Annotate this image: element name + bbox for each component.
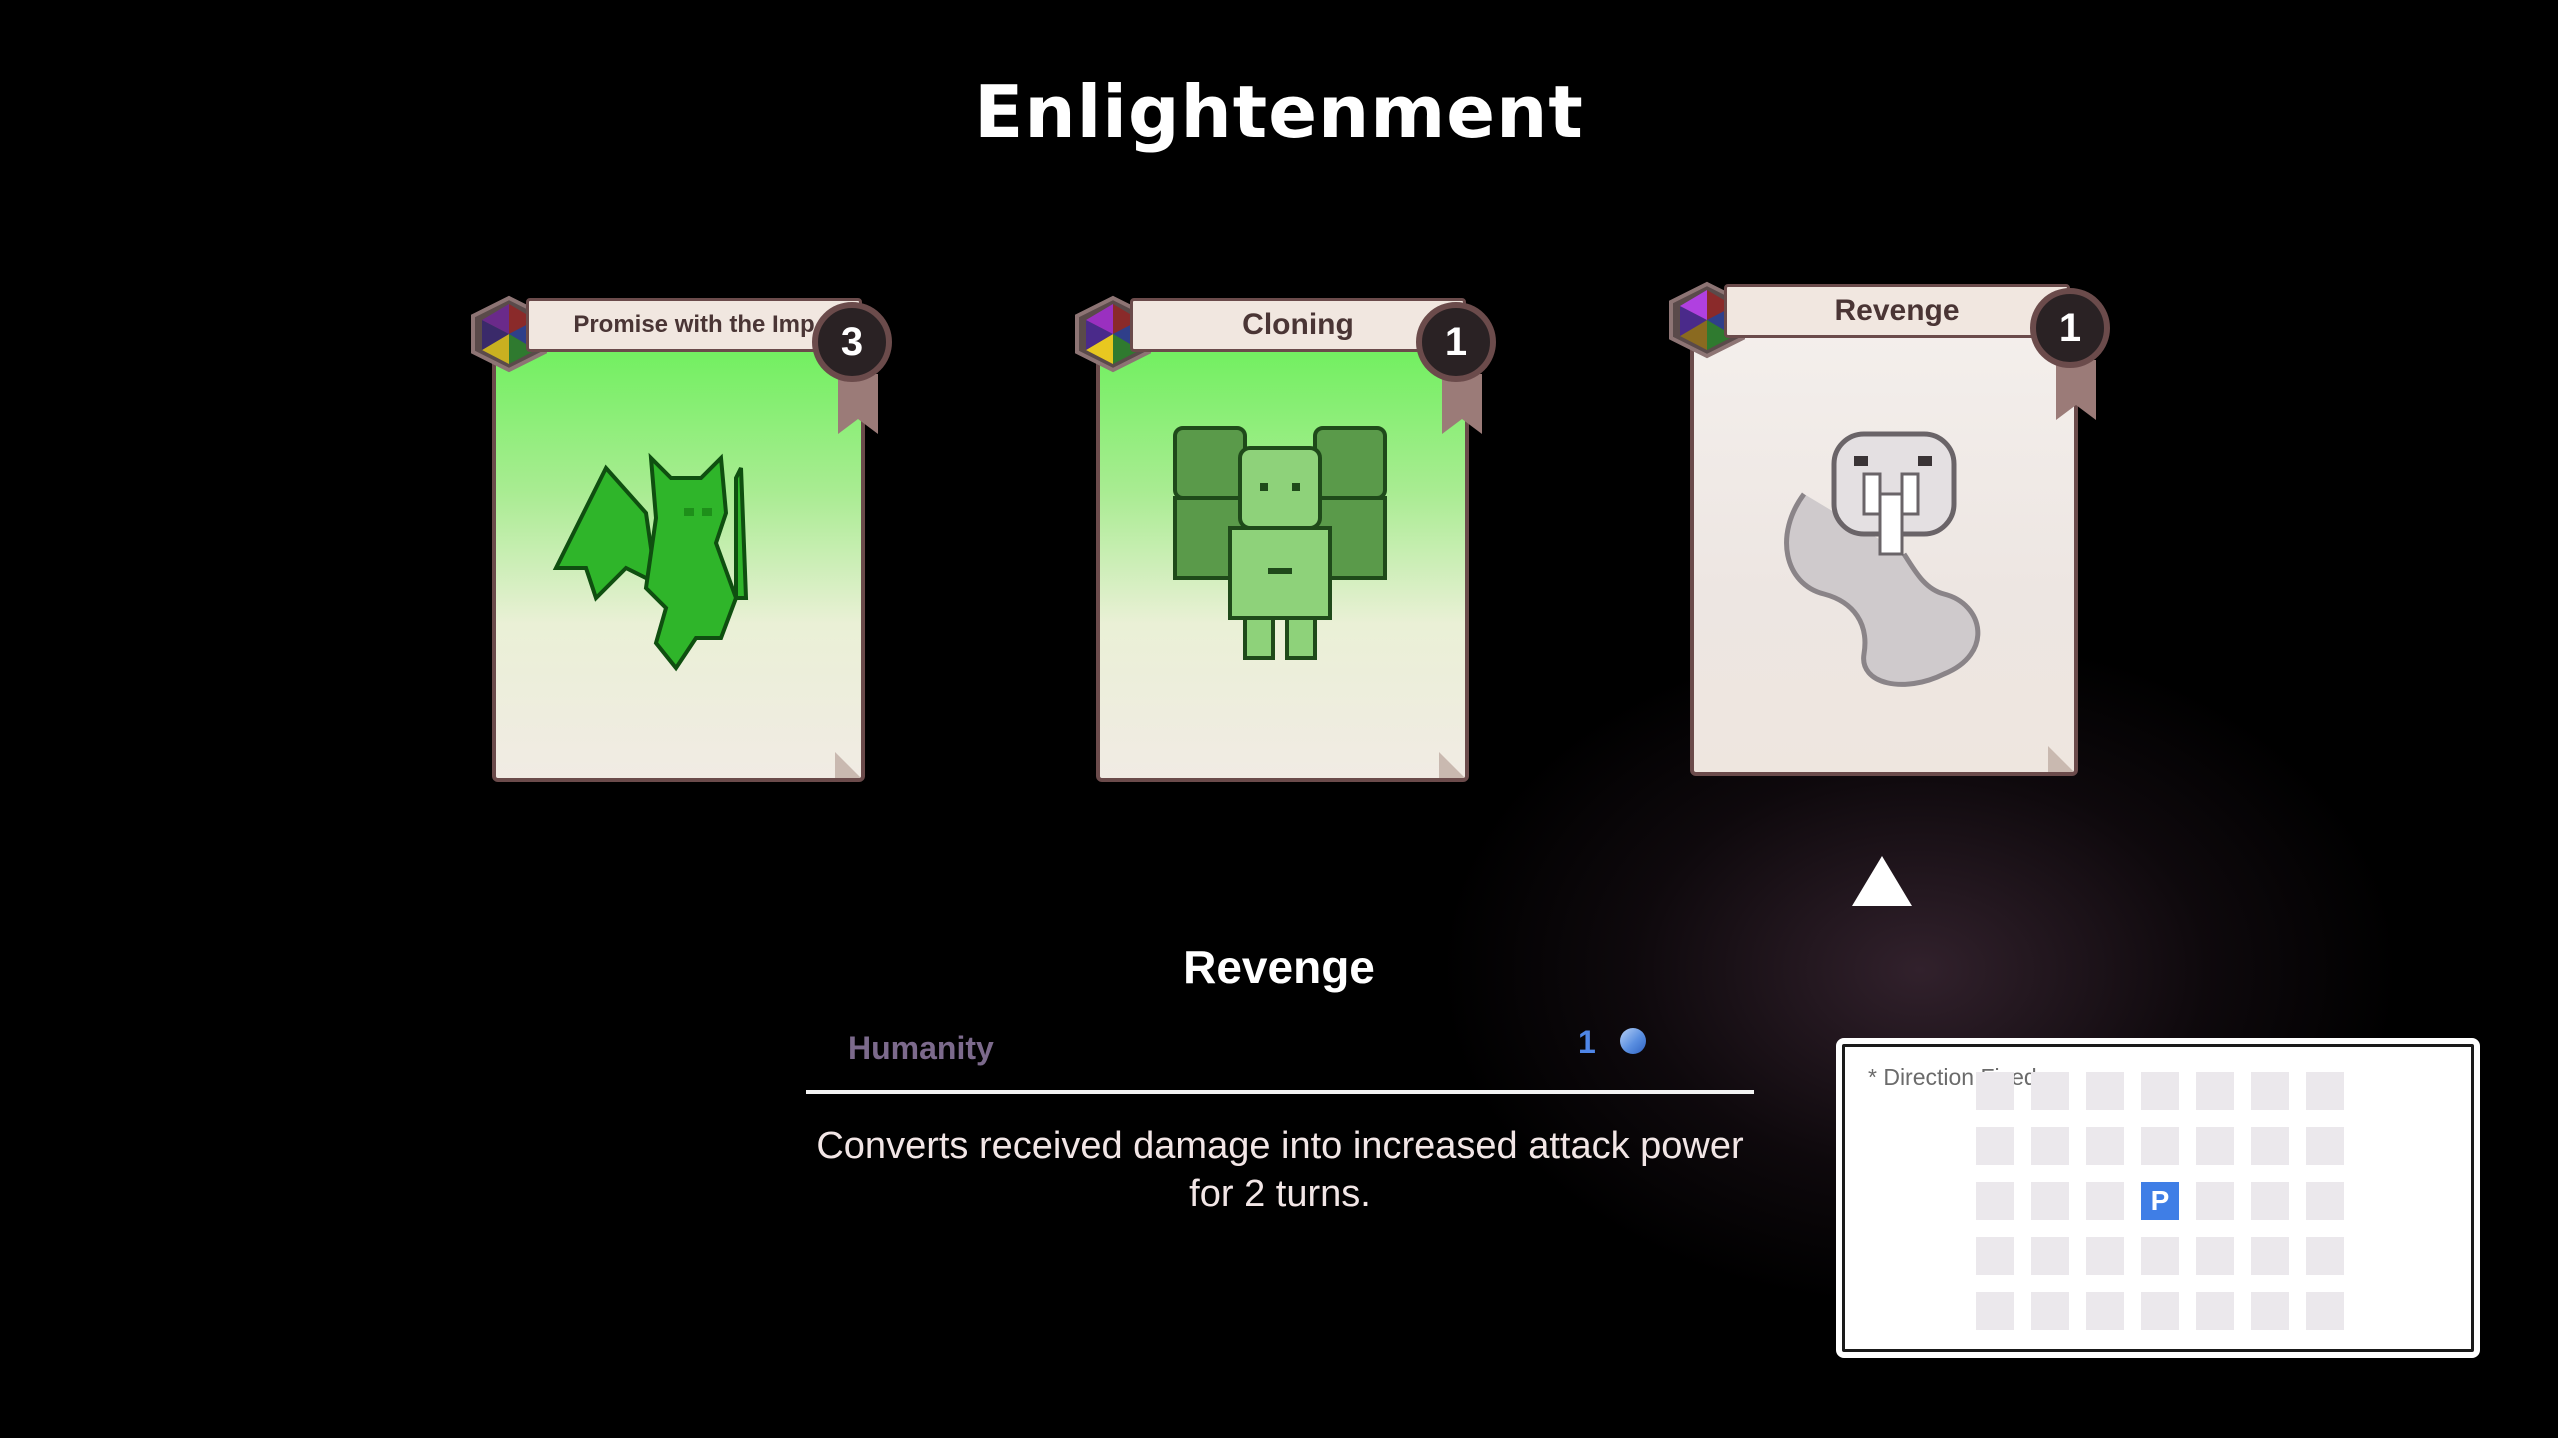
range-panel: * Direction Fixed P — [1836, 1038, 2480, 1358]
range-cell — [2031, 1072, 2069, 1110]
range-cell — [2141, 1127, 2179, 1165]
card-paper — [1690, 320, 2078, 776]
card-cloning[interactable]: Cloning 1 — [1070, 294, 1510, 794]
range-cell — [2086, 1182, 2124, 1220]
range-cell — [2031, 1237, 2069, 1275]
range-cell — [2306, 1127, 2344, 1165]
card-revenge[interactable]: Revenge 1 — [1664, 280, 2124, 800]
range-cell — [2251, 1182, 2289, 1220]
range-cell — [2031, 1182, 2069, 1220]
player-cell: P — [2141, 1182, 2179, 1220]
range-cell — [2306, 1237, 2344, 1275]
range-cell — [2141, 1292, 2179, 1330]
card-paper — [492, 334, 865, 782]
page-curl — [1439, 752, 1465, 778]
card-title: Revenge — [1834, 294, 1960, 327]
card-title: Promise with the Imp — [573, 311, 815, 338]
range-cell — [1976, 1292, 2014, 1330]
mana-orb-icon — [1620, 1028, 1646, 1054]
range-cell — [2251, 1072, 2289, 1110]
range-cell — [2196, 1182, 2234, 1220]
range-cell — [2251, 1292, 2289, 1330]
range-cell — [2031, 1292, 2069, 1330]
card-paper — [1096, 334, 1469, 782]
range-cell — [2086, 1127, 2124, 1165]
detail-card-cost: 1 — [1578, 1024, 1596, 1060]
selection-arrow-icon — [1852, 856, 1912, 906]
range-cell — [1976, 1237, 2014, 1275]
range-cell — [1976, 1182, 2014, 1220]
card-count-badge: 1 — [2030, 288, 2110, 368]
detail-card-description: Converts received damage into increased … — [816, 1125, 1744, 1215]
detail-divider — [806, 1090, 1754, 1094]
range-cell — [2086, 1292, 2124, 1330]
range-cell — [2196, 1237, 2234, 1275]
range-cell — [1976, 1072, 2014, 1110]
range-cell — [2141, 1237, 2179, 1275]
card-promise-with-the-imp[interactable]: Promise with the Imp 3 — [466, 294, 906, 794]
range-cell — [2086, 1072, 2124, 1110]
range-cell — [2306, 1182, 2344, 1220]
card-count-badge: 1 — [1416, 302, 1496, 382]
page-title: Enlightenment — [974, 70, 1584, 154]
range-cell — [2251, 1237, 2289, 1275]
range-cell — [2196, 1292, 2234, 1330]
detail-card-name: Revenge — [1183, 941, 1375, 993]
range-cell — [2196, 1127, 2234, 1165]
imp-icon — [552, 452, 749, 672]
range-grid: P — [1976, 1072, 2344, 1330]
card-title-banner: Revenge — [1724, 284, 2070, 338]
range-cell — [1976, 1127, 2014, 1165]
page-curl — [2048, 746, 2074, 772]
range-cell — [2306, 1072, 2344, 1110]
snake-icon — [1784, 431, 1981, 687]
page-curl — [835, 752, 861, 778]
detail-card-type: Humanity — [848, 1030, 994, 1066]
range-cell — [2031, 1127, 2069, 1165]
range-cell — [2251, 1127, 2289, 1165]
card-title: Cloning — [1242, 308, 1354, 341]
range-cell — [2086, 1237, 2124, 1275]
range-cell — [2141, 1072, 2179, 1110]
clones-icon — [1173, 426, 1387, 660]
range-cell — [2306, 1292, 2344, 1330]
range-cell — [2196, 1072, 2234, 1110]
card-count-badge: 3 — [812, 302, 892, 382]
